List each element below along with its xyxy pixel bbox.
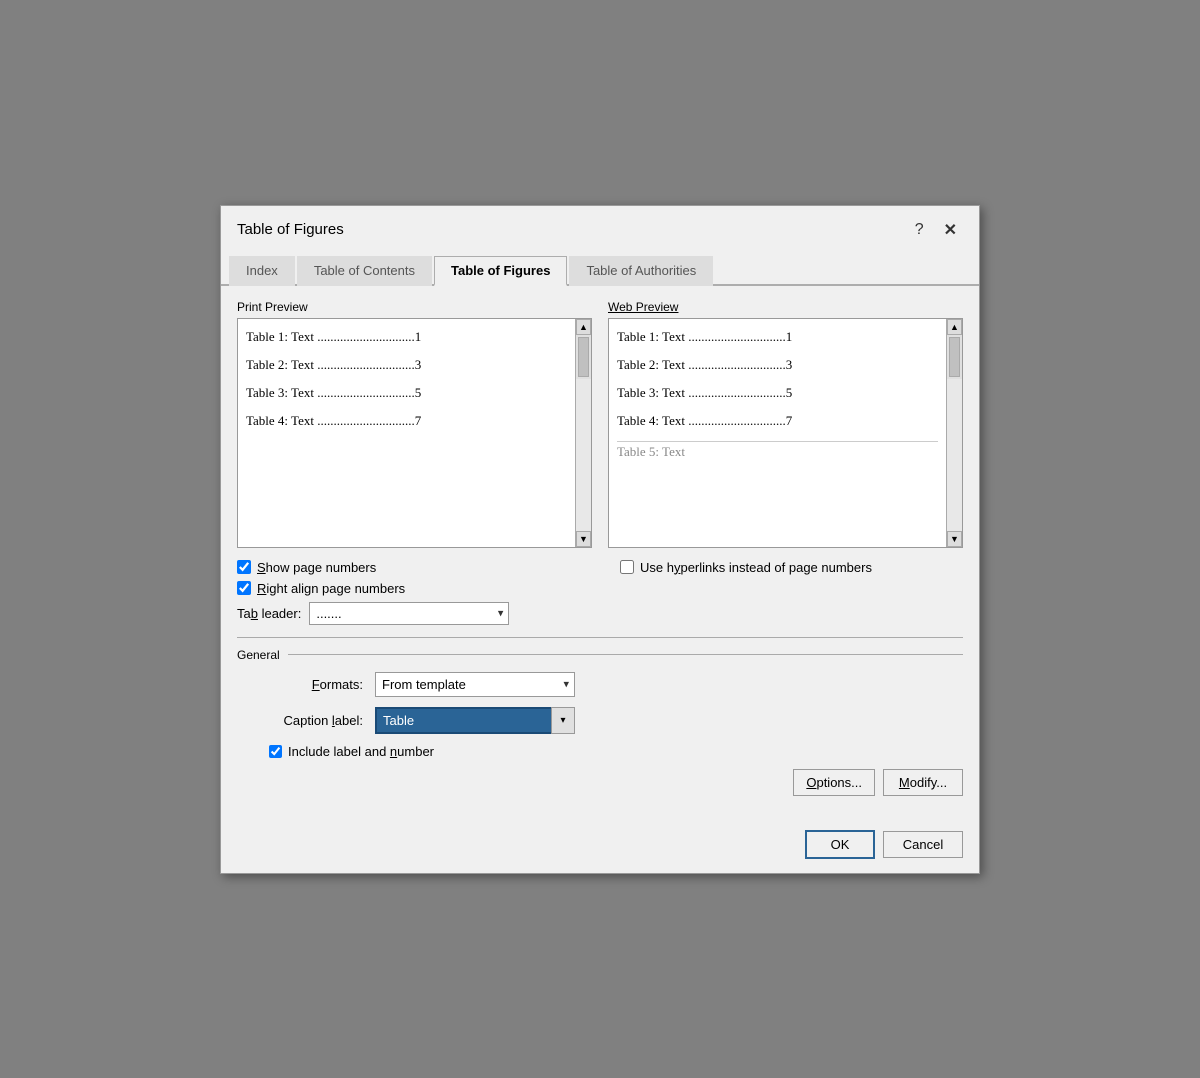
web-preview-content: Table 1: Text ..........................…	[609, 319, 946, 547]
use-hyperlinks-label-text: Use hyperlinks instead of page numbers	[640, 560, 872, 575]
right-align-label: Right align page numbers	[257, 581, 405, 596]
print-preview-scrollbar[interactable]: ▲ ▼	[575, 319, 591, 547]
scroll-thumb[interactable]	[578, 337, 589, 377]
web-preview-item-2: Table 2: Text ..........................…	[617, 357, 938, 373]
scroll-up-arrow[interactable]: ▲	[576, 319, 591, 335]
title-bar-controls: ? ✕	[909, 218, 963, 242]
print-preview-box: Table 1: Text ..........................…	[237, 318, 592, 548]
caption-label-row: Caption label: Table Figure Equation ▾	[237, 707, 963, 734]
caption-label-wrapper: Table Figure Equation ▾	[375, 707, 575, 734]
formats-select[interactable]: From template Classic Distinctive Center…	[375, 672, 575, 697]
use-hyperlinks-label: Use hyperlinks instead of page numbers	[640, 560, 872, 575]
include-label-label: Include label and number	[288, 744, 434, 759]
formats-row: Formats: From template Classic Distincti…	[237, 672, 963, 697]
print-preview-panel: Print Preview Table 1: Text ............…	[237, 300, 592, 548]
print-preview-label: Print Preview	[237, 300, 592, 314]
print-preview-item-4: Table 4: Text ..........................…	[246, 413, 567, 429]
tab-leader-row: Tab leader: ....... (none) - - - - - ___…	[237, 602, 580, 625]
show-page-numbers-row: Show page numbers	[237, 560, 580, 575]
scroll-down-arrow[interactable]: ▼	[576, 531, 591, 547]
ok-button[interactable]: OK	[805, 830, 875, 859]
show-page-numbers-label: Show page numbers	[257, 560, 376, 575]
use-hyperlinks-row: Use hyperlinks instead of page numbers	[620, 560, 963, 575]
title-bar: Table of Figures ? ✕	[221, 206, 979, 250]
include-label-checkbox[interactable]	[269, 745, 282, 758]
cancel-button[interactable]: Cancel	[883, 831, 963, 858]
right-align-row: Right align page numbers	[237, 581, 580, 596]
print-preview-item-2: Table 2: Text ..........................…	[246, 357, 567, 373]
separator	[237, 637, 963, 638]
web-scroll-thumb[interactable]	[949, 337, 960, 377]
formats-dropdown-wrapper: From template Classic Distinctive Center…	[375, 672, 575, 697]
web-preview-item-5: Table 5: Text	[617, 441, 938, 460]
tab-leader-select[interactable]: ....... (none) - - - - - _______	[309, 602, 509, 625]
include-label-row: Include label and number	[237, 744, 963, 759]
web-preview-label: Web Preview	[608, 300, 963, 314]
caption-label-select[interactable]: Table Figure Equation	[375, 707, 575, 734]
options-left: Show page numbers Right align page numbe…	[237, 560, 580, 625]
print-preview-content: Table 1: Text ..........................…	[238, 319, 575, 547]
web-preview-item-1: Table 1: Text ..........................…	[617, 329, 938, 345]
tab-toa[interactable]: Table of Authorities	[569, 256, 713, 286]
print-preview-item-3: Table 3: Text ..........................…	[246, 385, 567, 401]
web-scroll-up-arrow[interactable]: ▲	[947, 319, 962, 335]
web-preview-scrollbar[interactable]: ▲ ▼	[946, 319, 962, 547]
web-preview-box: Table 1: Text ..........................…	[608, 318, 963, 548]
action-buttons: Options... Modify...	[237, 769, 963, 796]
tab-leader-dropdown-wrapper: ....... (none) - - - - - _______	[309, 602, 509, 625]
modify-button[interactable]: Modify...	[883, 769, 963, 796]
caption-label-label: Caption label:	[253, 713, 363, 728]
use-hyperlinks-checkbox[interactable]	[620, 560, 634, 574]
scroll-track	[576, 379, 591, 531]
options-row: Show page numbers Right align page numbe…	[237, 560, 963, 625]
general-section: General Formats: From template Classic D…	[237, 648, 963, 759]
web-preview-panel: Web Preview Table 1: Text ..............…	[608, 300, 963, 548]
web-scroll-track	[947, 379, 962, 531]
close-button[interactable]: ✕	[938, 218, 963, 242]
options-button[interactable]: Options...	[793, 769, 875, 796]
web-preview-item-3: Table 3: Text ..........................…	[617, 385, 938, 401]
tab-index[interactable]: Index	[229, 256, 295, 286]
dialog-content: Print Preview Table 1: Text ............…	[221, 286, 979, 820]
bottom-buttons: OK Cancel	[221, 820, 979, 873]
tab-bar: Index Table of Contents Table of Figures…	[221, 254, 979, 286]
formats-label: Formats:	[253, 677, 363, 692]
preview-row: Print Preview Table 1: Text ............…	[237, 300, 963, 548]
right-align-label-text: ight align page numbers	[266, 581, 405, 596]
tab-toc[interactable]: Table of Contents	[297, 256, 432, 286]
tab-leader-label: Tab leader:	[237, 606, 301, 621]
tab-tof[interactable]: Table of Figures	[434, 256, 567, 286]
right-align-checkbox[interactable]	[237, 581, 251, 595]
dialog-title: Table of Figures	[237, 221, 344, 238]
web-preview-item-4: Table 4: Text ..........................…	[617, 413, 938, 429]
help-button[interactable]: ?	[909, 219, 930, 241]
print-preview-item-1: Table 1: Text ..........................…	[246, 329, 567, 345]
table-of-figures-dialog: Table of Figures ? ✕ Index Table of Cont…	[220, 205, 980, 874]
show-page-numbers-checkbox[interactable]	[237, 560, 251, 574]
web-scroll-down-arrow[interactable]: ▼	[947, 531, 962, 547]
general-section-label: General	[237, 648, 963, 662]
options-right: Use hyperlinks instead of page numbers	[620, 560, 963, 625]
